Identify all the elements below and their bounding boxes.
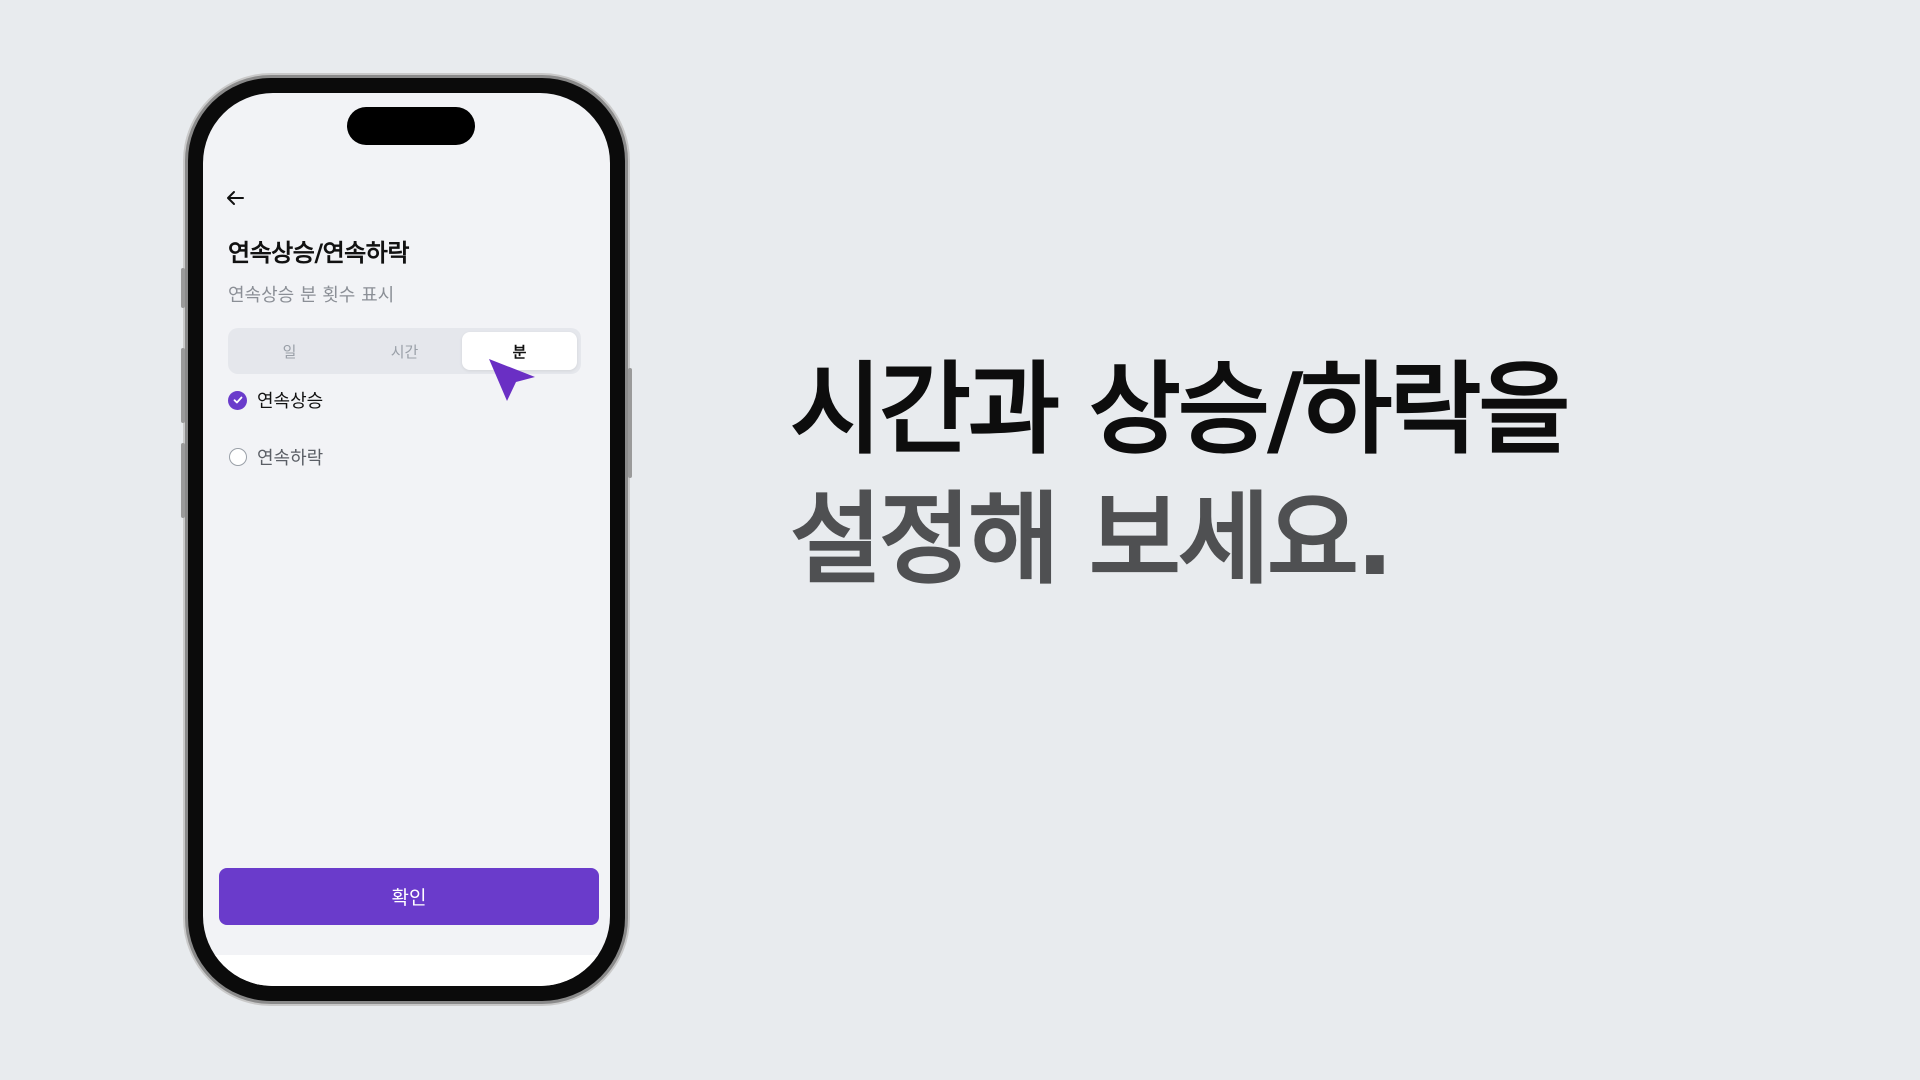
headline: 시간과 상승/하락을 설정해 보세요. [790, 345, 1570, 605]
headline-line-1: 시간과 상승/하락을 [790, 351, 1570, 468]
option-consecutive-fall[interactable]: 연속하락 [228, 444, 323, 470]
arrow-left-icon[interactable] [223, 186, 247, 210]
option-consecutive-rise[interactable]: 연속상승 [228, 387, 323, 413]
silent-switch [181, 268, 185, 308]
radio-unchecked-icon [229, 448, 247, 466]
home-indicator-area [203, 955, 610, 986]
segment-day[interactable]: 일 [232, 332, 347, 370]
headline-line-2: 설정해 보세요. [790, 481, 1394, 598]
dynamic-island [347, 107, 475, 145]
pointer-cursor-icon [489, 359, 535, 401]
page-subtitle: 연속상승 분 횟수 표시 [228, 285, 395, 306]
option-label: 연속하락 [257, 448, 324, 469]
volume-up-button [181, 348, 185, 423]
check-icon [228, 390, 247, 410]
phone-frame: 연속상승/연속하락 연속상승 분 횟수 표시 일 시간 분 연속상승 연속하락 … [181, 75, 632, 1004]
power-button [628, 368, 632, 478]
phone-screen: 연속상승/연속하락 연속상승 분 횟수 표시 일 시간 분 연속상승 연속하락 … [203, 93, 610, 986]
option-label: 연속상승 [257, 391, 324, 412]
page-title: 연속상승/연속하락 [228, 239, 409, 267]
segment-hour[interactable]: 시간 [347, 332, 462, 370]
volume-down-button [181, 443, 185, 518]
confirm-button[interactable]: 확인 [219, 868, 599, 925]
